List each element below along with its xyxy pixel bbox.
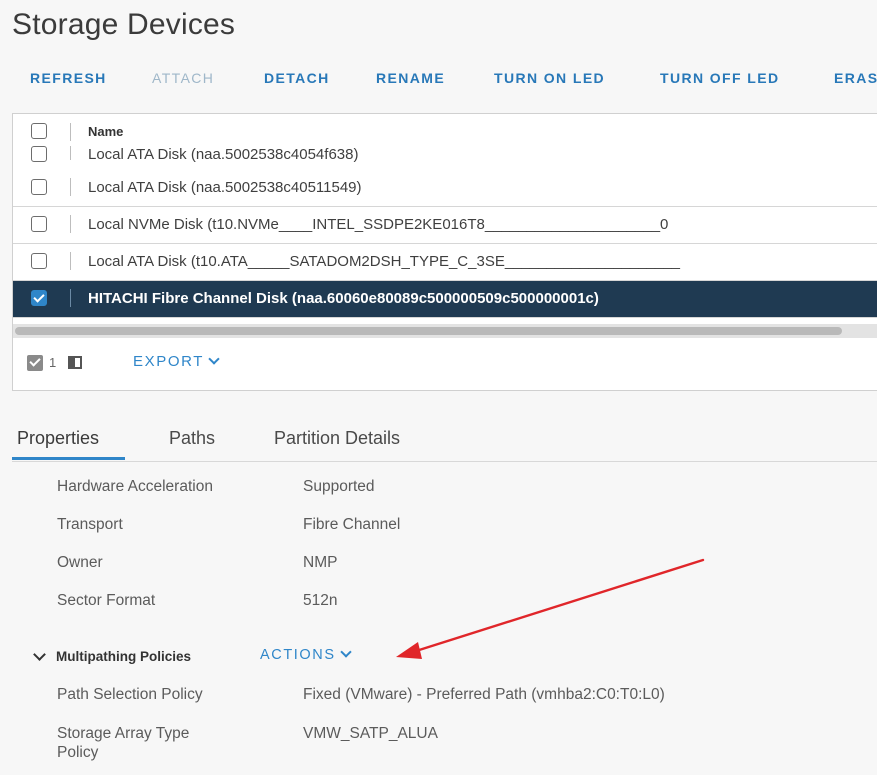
select-all-checkbox[interactable] [31, 123, 47, 139]
rename-button[interactable]: RENAME [376, 70, 445, 86]
property-label: Path Selection Policy [57, 686, 203, 703]
column-divider [70, 178, 71, 196]
device-name: Local ATA Disk (t10.ATA_____SATADOM2DSH_… [88, 253, 681, 270]
property-label: Sector Format [57, 592, 156, 609]
selected-items-icon[interactable] [27, 355, 43, 371]
property-value: Fixed (VMware) - Preferred Path (vmhba2:… [303, 686, 665, 703]
property-label: Transport [57, 516, 123, 533]
tab-paths[interactable]: Paths [169, 428, 215, 449]
property-label: Owner [57, 554, 103, 571]
grid-footer: 1 EXPORT [13, 344, 877, 384]
detach-button[interactable]: DETACH [264, 70, 330, 86]
property-label: Hardware Acceleration [57, 478, 213, 495]
property-value: NMP [303, 554, 338, 571]
column-divider [70, 289, 71, 307]
detail-tabs: Properties Paths Partition Details [12, 425, 877, 462]
column-header-name[interactable]: Name [88, 124, 123, 139]
export-label: EXPORT [133, 353, 205, 370]
refresh-button[interactable]: REFRESH [30, 70, 107, 86]
device-name: Local NVMe Disk (t10.NVMe____INTEL_SSDPE… [88, 216, 669, 233]
device-name: Local ATA Disk (naa.5002538c4054f638) [88, 146, 359, 163]
erase-button[interactable]: ERAS [834, 70, 877, 86]
row-checkbox[interactable] [31, 179, 47, 195]
horizontal-scrollbar[interactable] [13, 324, 877, 338]
chevron-down-icon [208, 353, 220, 365]
table-row[interactable]: Local ATA Disk (naa.5002538c4054f638) [13, 146, 877, 171]
column-divider [70, 252, 71, 270]
column-divider [70, 215, 71, 233]
device-name: Local ATA Disk (naa.5002538c40511549) [88, 179, 362, 196]
column-toggle-icon[interactable] [68, 356, 82, 369]
active-tab-indicator [12, 457, 125, 460]
property-value: 512n [303, 592, 338, 609]
actions-dropdown[interactable]: ACTIONS [260, 646, 352, 663]
section-title: Multipathing Policies [56, 649, 192, 664]
chevron-down-icon [339, 646, 352, 658]
table-row[interactable]: Local NVMe Disk (t10.NVMe____INTEL_SSDPE… [13, 207, 877, 244]
column-divider [70, 123, 71, 141]
table-row-selected[interactable]: HITACHI Fibre Channel Disk (naa.60060e80… [13, 281, 877, 318]
table-row[interactable]: Local ATA Disk (t10.ATA_____SATADOM2DSH_… [13, 244, 877, 281]
turn-off-led-button[interactable]: TURN OFF LED [660, 70, 779, 86]
tab-partition-details[interactable]: Partition Details [274, 428, 400, 449]
attach-button[interactable]: ATTACH [152, 70, 214, 86]
export-button[interactable]: EXPORT [133, 353, 220, 370]
chevron-down-icon[interactable] [33, 648, 46, 661]
property-value: Supported [303, 478, 375, 495]
row-checkbox[interactable] [31, 146, 47, 162]
turn-on-led-button[interactable]: TURN ON LED [494, 70, 605, 86]
row-checkbox-checked[interactable] [31, 290, 47, 306]
selected-count: 1 [49, 355, 57, 370]
row-checkbox[interactable] [31, 216, 47, 232]
device-name: HITACHI Fibre Channel Disk (naa.60060e80… [88, 290, 599, 307]
scrollbar-thumb[interactable] [15, 327, 842, 335]
property-label: Policy [57, 744, 99, 761]
property-value: Fibre Channel [303, 516, 401, 533]
storage-devices-grid: Name Local ATA Disk (naa.5002538c4054f63… [12, 113, 877, 391]
property-label: Storage Array Type [57, 725, 190, 742]
tab-properties[interactable]: Properties [17, 428, 99, 449]
row-checkbox[interactable] [31, 253, 47, 269]
table-row[interactable]: Local ATA Disk (naa.5002538c40511549) [13, 170, 877, 207]
page-title: Storage Devices [12, 8, 236, 41]
column-divider [70, 146, 71, 160]
property-value: VMW_SATP_ALUA [303, 725, 438, 742]
actions-label: ACTIONS [260, 647, 336, 663]
